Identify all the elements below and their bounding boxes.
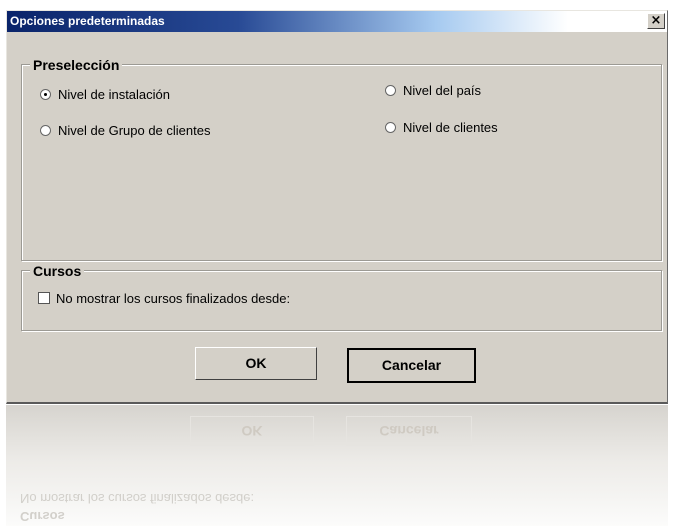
reflected-legend-text: Cursos [20,509,65,524]
cancel-button[interactable]: Cancelar [347,348,476,383]
close-icon: × [650,13,662,28]
screenshot-canvas: Opciones predeterminadas × Preselección … [0,0,673,526]
cursos-legend: Cursos [30,263,85,279]
reflected-cancel-label: Cancelar [379,423,439,439]
title-bar[interactable]: Opciones predeterminadas × [7,11,667,32]
reflection-gradient [6,405,668,526]
dialog-reflection: OK Cancelar No mostrar los cursos finali… [6,405,668,526]
checkbox-box[interactable] [38,292,50,304]
radio-unselected-icon[interactable] [385,122,396,133]
window-title: Opciones predeterminadas [10,14,165,28]
radio-unselected-icon[interactable] [40,125,51,136]
radio-label: Nivel de Grupo de clientes [58,123,211,138]
reflected-ok-label: OK [241,423,263,439]
radio-nivel-clientes[interactable]: Nivel de clientes [385,120,498,136]
radio-nivel-instalacion[interactable]: Nivel de instalación [40,87,170,103]
radio-nivel-grupo-clientes[interactable]: Nivel de Grupo de clientes [40,123,210,139]
reflected-cursos-legend: Cursos [20,509,65,524]
radio-selected-icon[interactable] [40,89,51,100]
ok-button[interactable]: OK [195,347,317,380]
close-button[interactable]: × [647,13,665,29]
reflected-checkbox-label: No mostrar los cursos finalizados desde: [20,491,254,506]
cursos-group: Cursos No mostrar los cursos finalizados… [21,263,662,331]
preseleccion-legend: Preselección [30,57,123,73]
radio-unselected-icon[interactable] [385,85,396,96]
cancel-label: Cancelar [381,357,442,373]
ok-label: OK [245,355,267,371]
radio-nivel-pais[interactable]: Nivel del país [385,83,481,99]
reflected-checkbox-text: No mostrar los cursos finalizados desde: [20,491,255,506]
checkbox-label: No mostrar los cursos finalizados desde: [56,291,291,306]
reflected-ok-button: OK [190,416,314,446]
radio-label: Nivel de instalación [58,87,171,102]
radio-label: Nivel del país [403,83,482,98]
preseleccion-group: Preselección Nivel de instalación Nivel … [21,57,662,261]
options-dialog: Opciones predeterminadas × Preselección … [6,10,668,404]
checkbox-no-mostrar-cursos[interactable]: No mostrar los cursos finalizados desde: [38,291,290,307]
radio-label: Nivel de clientes [403,120,498,135]
reflected-cancel-button: Cancelar [346,416,472,446]
